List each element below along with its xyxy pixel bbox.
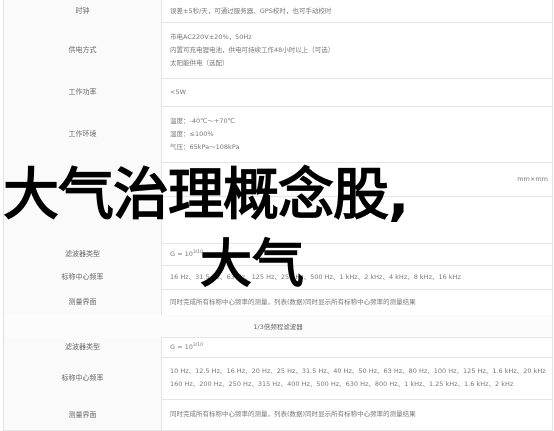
row-value: 误差±5秒/天，可通过服务器、GPS校时，也可手动校时	[170, 0, 548, 22]
overlay-headline: 大气治理概念股,	[3, 163, 409, 228]
table-row: 供电方式 市电AC220V±20%，50Hz 内置可充电锂电池，供电可持续工作4…	[4, 22, 552, 79]
row-label: 测量界面	[4, 289, 162, 315]
row-value: 市电AC220V±20%，50Hz 内置可充电锂电池，供电可持续工作48小时以上…	[170, 22, 548, 78]
row-label: 标称中心频率	[4, 357, 162, 399]
row-label: 滤波器类型	[4, 243, 162, 265]
table-row: 测量界面 同时完成所有标称中心频率的测量，列表(数据)同时显示所有标称中心频率的…	[4, 399, 552, 431]
value-line: 太阳能供电（选配）	[170, 58, 229, 67]
row-value: 10 Hz、12.5 Hz、16 Hz、20 Hz、25 Hz、31.5 Hz、…	[170, 357, 548, 399]
value-line: 内置可充电锂电池，供电可持续工作48小时以上（可选）	[170, 45, 335, 54]
table-row: 标称中心频率 10 Hz、12.5 Hz、16 Hz、20 Hz、25 Hz、3…	[4, 357, 552, 400]
value-line: 市电AC220V±20%，50Hz	[170, 32, 252, 41]
row-label: 滤波器类型	[4, 337, 162, 357]
value-line: 误差±5秒/天，可通过服务器、GPS校时，也可手动校时	[170, 6, 332, 15]
row-label: 测量界面	[4, 399, 162, 430]
value-line: 湿度：≤100%	[170, 129, 214, 138]
table-row: 工作功率 <5W	[4, 78, 552, 107]
value-line: 温度：-40℃～+70℃	[170, 116, 235, 125]
table-row: 滤波器类型 G = 103/10	[4, 337, 552, 358]
row-label: 时钟	[4, 0, 162, 22]
value-line: mm×mm	[517, 174, 548, 183]
row-value: <5W	[170, 78, 548, 106]
row-value: 同时完成所有标称中心频率的测量，列表(数据)同时显示所有标称中心频率的测量结果	[170, 399, 548, 430]
value-line: G = 103/10	[170, 339, 548, 354]
value-line: 同时完成所有标称中心频率的测量，列表(数据)同时显示所有标称中心频率的测量结果	[170, 410, 416, 418]
value-exponent: 3/10	[192, 343, 203, 349]
row-value: G = 103/10	[170, 337, 548, 357]
section-header: 1/3倍频程滤波器	[4, 315, 552, 338]
row-label: 供电方式	[4, 22, 162, 78]
value-line: <5W	[170, 87, 187, 96]
value-line: 10 Hz、12.5 Hz、16 Hz、20 Hz、25 Hz、31.5 Hz、…	[170, 367, 546, 375]
table-row: 时钟 误差±5秒/天，可通过服务器、GPS校时，也可手动校时	[4, 0, 552, 23]
row-label: 工作功率	[4, 78, 162, 106]
overlay-headline-continued: 大气	[200, 235, 305, 295]
value-line: 同时完成所有标称中心频率的测量，列表(数据)同时显示所有标称中心频率的测量结果	[170, 297, 416, 306]
value-base: G = 10	[170, 343, 193, 352]
row-label: 标称中心频率	[4, 265, 162, 289]
value-base: G = 10	[170, 250, 193, 259]
value-line: 160 Hz、200 Hz、250 Hz、315 Hz、400 Hz、500 H…	[170, 380, 514, 388]
